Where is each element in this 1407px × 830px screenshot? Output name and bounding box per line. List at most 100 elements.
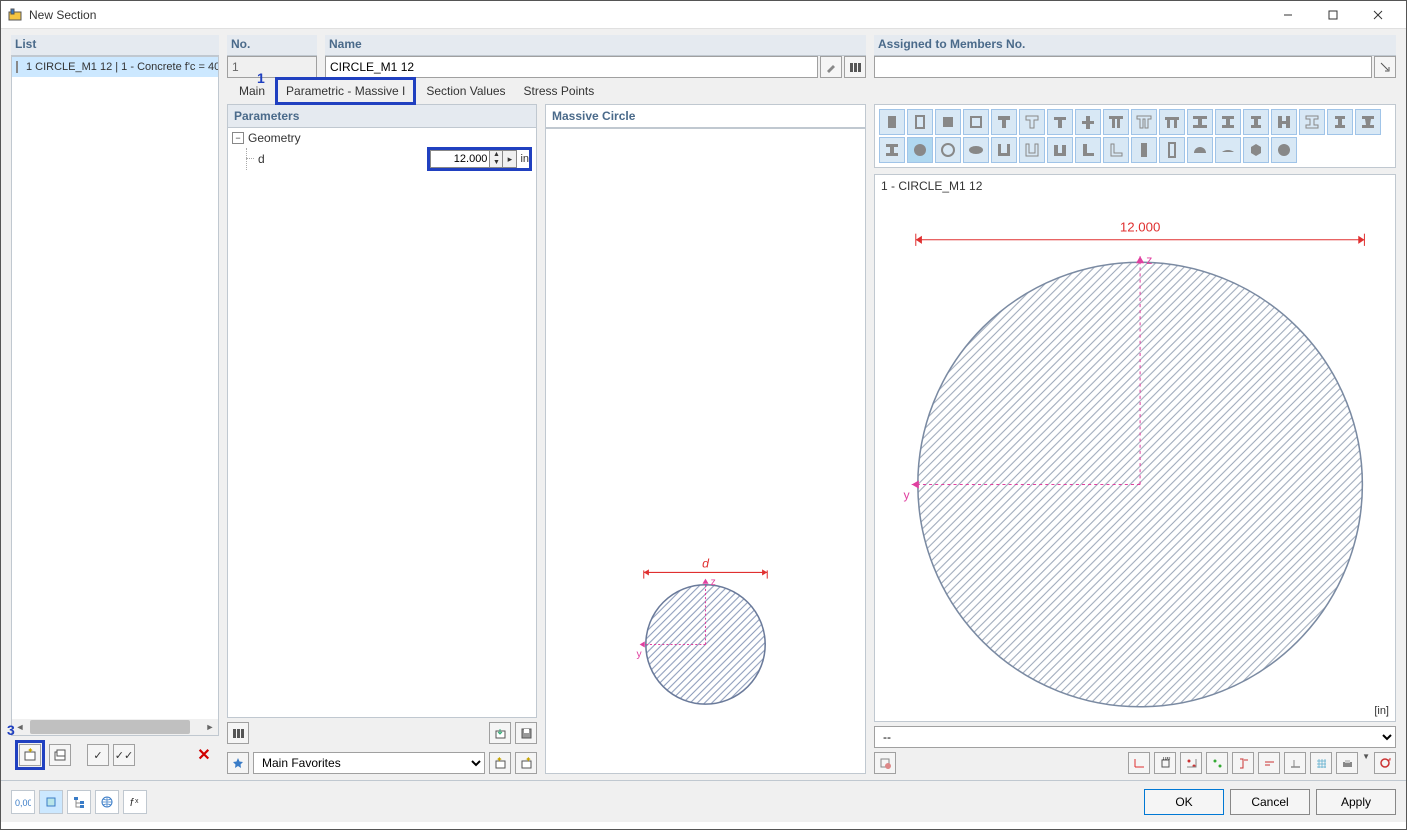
- shape-tt1-icon[interactable]: [1103, 109, 1129, 135]
- shape-palette: [874, 104, 1396, 168]
- pick-members-button[interactable]: [1374, 56, 1396, 78]
- shape-t2-icon[interactable]: [1019, 109, 1045, 135]
- shape-l2-icon[interactable]: [1103, 137, 1129, 163]
- shape-oct-icon[interactable]: [1271, 137, 1297, 163]
- svg-text:100: 100: [1162, 757, 1171, 762]
- param-link-button[interactable]: ▸: [503, 150, 517, 168]
- refresh-button[interactable]: [1374, 752, 1396, 774]
- name-input[interactable]: [325, 56, 818, 78]
- list-h-scrollbar[interactable]: ◄ ►: [12, 719, 218, 735]
- cancel-button[interactable]: Cancel: [1230, 789, 1310, 815]
- app-icon: [7, 7, 23, 23]
- shape-hex-icon[interactable]: [1243, 137, 1269, 163]
- shape-rect3-icon[interactable]: [1131, 137, 1157, 163]
- tree-button[interactable]: [67, 790, 91, 814]
- import-button[interactable]: [489, 722, 511, 744]
- baseline-button[interactable]: [1284, 752, 1306, 774]
- window-controls: [1265, 1, 1400, 29]
- shape-iw-icon[interactable]: [1355, 109, 1381, 135]
- add-item-button[interactable]: ✦: [19, 744, 41, 766]
- spin-up-button[interactable]: ▲: [490, 151, 502, 159]
- favorite-star-button[interactable]: [227, 752, 249, 774]
- view-rect-button[interactable]: [39, 790, 63, 814]
- shape-rect-icon[interactable]: [879, 109, 905, 135]
- library-button-2[interactable]: [227, 722, 249, 744]
- shape-rect4-icon[interactable]: [1159, 137, 1185, 163]
- save-button[interactable]: [515, 722, 537, 744]
- shape-square-icon[interactable]: [935, 109, 961, 135]
- favorites-select[interactable]: Main Favorites: [253, 752, 485, 774]
- shape-u1-icon[interactable]: [991, 137, 1017, 163]
- shape-t3-icon[interactable]: [1047, 109, 1073, 135]
- function-button[interactable]: fx: [123, 790, 147, 814]
- scroll-right-icon[interactable]: ►: [202, 719, 218, 735]
- fav-add-button[interactable]: ✦: [489, 752, 511, 774]
- view-options-button[interactable]: [874, 752, 896, 774]
- tab-parametric[interactable]: Parametric - Massive I: [275, 77, 416, 105]
- large-preview: 1 - CIRCLE_M1 12: [874, 174, 1396, 722]
- shape-ring-icon[interactable]: [935, 137, 961, 163]
- shape-u2-icon[interactable]: [1019, 137, 1045, 163]
- shape-ellipse-icon[interactable]: [963, 137, 989, 163]
- shape-l1-icon[interactable]: [1075, 137, 1101, 163]
- tab-section-values[interactable]: Section Values: [418, 80, 513, 102]
- delete-button[interactable]: ✕: [193, 744, 215, 766]
- shape-i3-icon[interactable]: [1299, 109, 1325, 135]
- nodes-toggle-button[interactable]: [1206, 752, 1228, 774]
- shape-ttr-icon[interactable]: [1159, 109, 1185, 135]
- list-item[interactable]: 1 CIRCLE_M1 12 | 1 - Concrete f'c = 40: [12, 57, 218, 77]
- points-toggle-button[interactable]: [1180, 752, 1202, 774]
- shape-circle-icon[interactable]: [907, 137, 933, 163]
- print-button[interactable]: [1336, 752, 1358, 774]
- scroll-thumb[interactable]: [30, 720, 190, 734]
- shape-i1-icon[interactable]: [1215, 109, 1241, 135]
- param-d-unit: in: [517, 153, 529, 165]
- spin-down-button[interactable]: ▼: [490, 159, 502, 167]
- middle-column: No. Name 1 Main Parametric - Massive I: [227, 35, 866, 774]
- maximize-button[interactable]: [1310, 1, 1355, 29]
- collapse-icon[interactable]: −: [232, 132, 244, 144]
- copy-item-button[interactable]: [49, 744, 71, 766]
- shape-u3-icon[interactable]: [1047, 137, 1073, 163]
- check-button[interactable]: ✓: [87, 744, 109, 766]
- shape-ix-icon[interactable]: [879, 137, 905, 163]
- assigned-input[interactable]: [874, 56, 1372, 78]
- tab-main[interactable]: Main: [231, 80, 273, 102]
- shape-i2-icon[interactable]: [1243, 109, 1269, 135]
- apply-button[interactable]: Apply: [1316, 789, 1396, 815]
- list-column: List 1 CIRCLE_M1 12 | 1 - Concrete f'c =…: [11, 35, 219, 774]
- titlebar: New Section: [1, 1, 1406, 29]
- fav-add-button-2[interactable]: ✦: [515, 752, 537, 774]
- geometry-group[interactable]: − Geometry: [228, 128, 536, 148]
- minimize-button[interactable]: [1265, 1, 1310, 29]
- preview-header: Massive Circle: [545, 104, 866, 128]
- close-button[interactable]: [1355, 1, 1400, 29]
- globe-button[interactable]: [95, 790, 119, 814]
- shape-rect2-icon[interactable]: [907, 109, 933, 135]
- list-label: List: [11, 35, 219, 56]
- vert-flip-button[interactable]: [1232, 752, 1254, 774]
- tab-stress-points[interactable]: Stress Points: [516, 80, 603, 102]
- shape-tti-icon[interactable]: [1187, 109, 1213, 135]
- param-d-input[interactable]: [430, 150, 490, 168]
- axis-toggle-button[interactable]: [1128, 752, 1150, 774]
- grid-toggle-button[interactable]: [1310, 752, 1332, 774]
- edit-name-button[interactable]: [820, 56, 842, 78]
- units-button[interactable]: 0,00: [11, 790, 35, 814]
- ok-button[interactable]: OK: [1144, 789, 1224, 815]
- shape-square2-icon[interactable]: [963, 109, 989, 135]
- list-toolbar: ✦ ✓ ✓✓ ✕: [11, 736, 219, 774]
- shape-tt2-icon[interactable]: [1131, 109, 1157, 135]
- status-select[interactable]: --: [874, 726, 1396, 748]
- check-all-button[interactable]: ✓✓: [113, 744, 135, 766]
- shape-ih-icon[interactable]: [1271, 109, 1297, 135]
- library-button[interactable]: [844, 56, 866, 78]
- shape-t4-icon[interactable]: [1075, 109, 1101, 135]
- shape-i4-icon[interactable]: [1327, 109, 1353, 135]
- dim-toggle-button[interactable]: 100: [1154, 752, 1176, 774]
- shape-seg-icon[interactable]: [1215, 137, 1241, 163]
- shape-t1-icon[interactable]: [991, 109, 1017, 135]
- horiz-flip-button[interactable]: [1258, 752, 1280, 774]
- name-group: Name: [325, 35, 866, 78]
- shape-half-icon[interactable]: [1187, 137, 1213, 163]
